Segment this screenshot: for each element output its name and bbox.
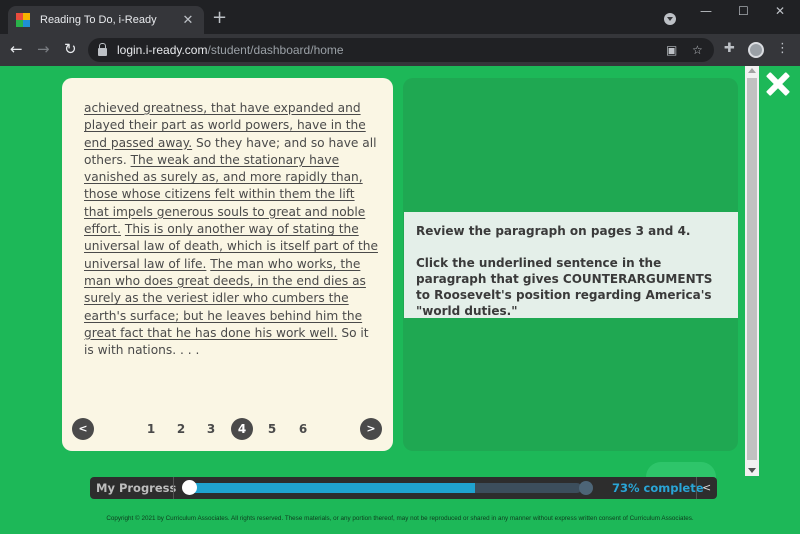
url-text: login.i-ready.com/student/dashboard/home	[117, 43, 344, 57]
back-arrow-icon[interactable]: ←	[10, 40, 23, 58]
browser-tab-strip: Reading To Do, i-Ready ✕ + — ☐ ✕	[0, 0, 800, 34]
page-4-button[interactable]: 4	[231, 418, 253, 440]
progress-fill	[186, 483, 476, 493]
lock-icon	[98, 42, 107, 56]
page-2-button[interactable]: 2	[170, 418, 192, 440]
tab-close-icon[interactable]: ✕	[180, 13, 196, 28]
progress-divider	[173, 477, 174, 499]
tab-title: Reading To Do, i-Ready	[40, 14, 157, 26]
reload-icon[interactable]: ↻	[64, 40, 77, 58]
scroll-up-arrow-icon[interactable]	[748, 68, 756, 73]
question-instruction: Review the paragraph on pages 3 and 4.	[416, 224, 691, 238]
page-1-button[interactable]: 1	[140, 418, 162, 440]
address-bar[interactable]: login.i-ready.com/student/dashboard/home…	[88, 38, 714, 62]
close-window-button[interactable]: ✕	[775, 4, 785, 18]
extensions-puzzle-icon[interactable]: ✚	[724, 42, 735, 56]
page-scrollbar[interactable]	[745, 66, 759, 476]
copyright-footer: Copyright © 2021 by Curriculum Associate…	[106, 515, 694, 522]
page-navigator: < 1 2 3 4 5 6 >	[72, 418, 383, 440]
forward-arrow-icon[interactable]: →	[37, 40, 50, 58]
qr-code-icon[interactable]: ▣	[666, 43, 677, 57]
question-text: Click the underlined sentence in the par…	[416, 256, 713, 318]
browser-toolbar: ← → ↻ login.i-ready.com/student/dashboar…	[0, 34, 800, 66]
scroll-down-arrow-icon[interactable]	[748, 468, 756, 473]
page-5-button[interactable]: 5	[261, 418, 283, 440]
exit-lesson-close-icon[interactable]	[766, 72, 790, 96]
collapse-progress-button[interactable]: <	[702, 477, 711, 499]
tab-search-icon[interactable]	[664, 13, 676, 25]
scroll-thumb[interactable]	[747, 78, 757, 460]
previous-page-button[interactable]: <	[72, 418, 94, 440]
progress-end-marker	[579, 481, 593, 495]
passage-text: achieved greatness, that have expanded a…	[84, 100, 378, 359]
new-tab-button[interactable]: +	[212, 9, 227, 27]
progress-bar: My Progress 73% complete <	[90, 477, 717, 499]
progress-track	[186, 483, 582, 493]
browser-menu-icon[interactable]: ⋮	[776, 42, 789, 56]
progress-percent: 73% complete	[612, 481, 704, 495]
page-3-button[interactable]: 3	[200, 418, 222, 440]
profile-avatar[interactable]	[748, 42, 764, 58]
browser-tab[interactable]: Reading To Do, i-Ready ✕	[8, 6, 204, 34]
minimize-button[interactable]: —	[700, 4, 712, 18]
bookmark-star-icon[interactable]: ☆	[692, 43, 703, 57]
iready-favicon-icon	[16, 13, 30, 27]
maximize-button[interactable]: ☐	[738, 4, 749, 18]
progress-divider-right	[696, 477, 697, 499]
page-6-button[interactable]: 6	[292, 418, 314, 440]
progress-start-marker	[182, 480, 197, 495]
reading-passage-card: achieved greatness, that have expanded a…	[62, 78, 393, 451]
next-page-button[interactable]: >	[360, 418, 382, 440]
progress-label: My Progress	[96, 481, 177, 495]
question-prompt: Review the paragraph on pages 3 and 4. C…	[404, 212, 738, 318]
